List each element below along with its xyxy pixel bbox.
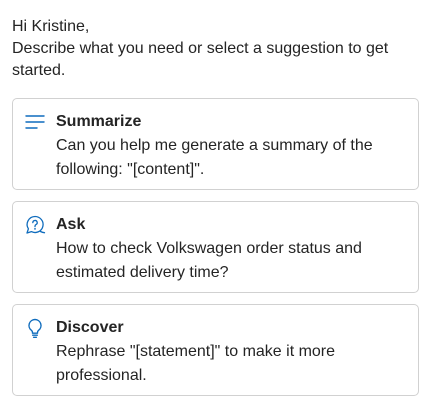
suggestion-description: Can you help me generate a summary of th…	[56, 137, 373, 178]
greeting-name: Hi Kristine,	[12, 18, 90, 35]
suggestion-title: Ask	[56, 216, 86, 233]
suggestion-description: Rephrase "[statement]" to make it more p…	[56, 343, 336, 384]
suggestion-description: How to check Volkswagen order status and…	[56, 240, 362, 281]
suggestion-title: Summarize	[56, 113, 142, 130]
suggestion-card-discover[interactable]: Discover Rephrase "[statement]" to make …	[12, 304, 419, 396]
chat-question-icon	[24, 214, 46, 236]
suggestion-card-ask[interactable]: Ask How to check Volkswagen order status…	[12, 201, 419, 293]
suggestion-card-summarize[interactable]: Summarize Can you help me generate a sum…	[12, 98, 419, 190]
greeting-instructions: Describe what you need or select a sugge…	[12, 40, 389, 79]
lightbulb-icon	[24, 317, 46, 339]
greeting: Hi Kristine, Describe what you need or s…	[12, 16, 424, 82]
suggestion-title: Discover	[56, 319, 124, 336]
text-lines-icon	[24, 111, 46, 133]
